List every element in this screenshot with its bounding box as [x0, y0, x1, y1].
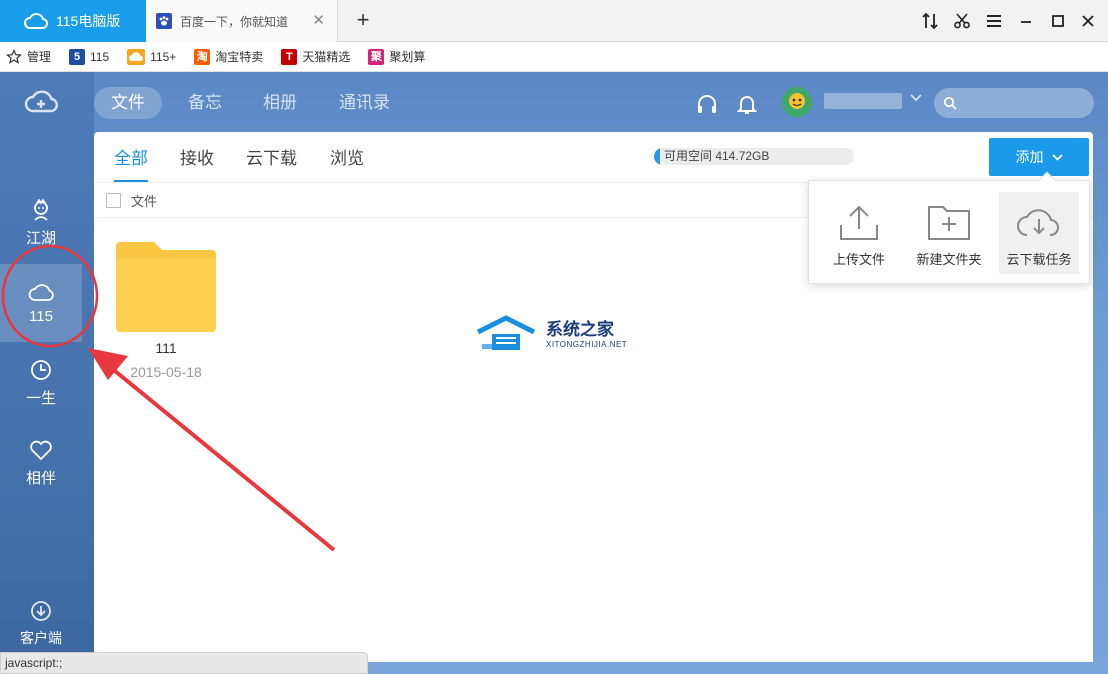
folder-name: 111: [155, 340, 177, 356]
folder-item[interactable]: 111 2015-05-18: [106, 238, 226, 380]
sub-tab-cloud-download[interactable]: 云下载: [246, 144, 297, 182]
rail-item-client[interactable]: 客户端: [0, 600, 82, 648]
taobao-icon: 淘: [194, 48, 211, 65]
menu-new-folder[interactable]: 新建文件夹: [909, 192, 989, 274]
tab-baidu[interactable]: 百度一下，你就知道 ✕: [146, 0, 338, 42]
chevron-down-icon: [1051, 153, 1063, 161]
menu-icon[interactable]: [982, 9, 1006, 33]
avatar[interactable]: [782, 87, 812, 117]
jianghu-icon: [30, 198, 52, 221]
menu-cloud-download-task[interactable]: 云下载任务: [999, 192, 1079, 274]
nav-tab-album[interactable]: 相册: [246, 87, 314, 119]
rail-item-xiangban[interactable]: 相伴: [0, 424, 82, 502]
add-button[interactable]: 添加: [989, 138, 1089, 176]
juhuasuan-icon: 聚: [368, 48, 385, 65]
cloud-download-icon: [1015, 203, 1063, 241]
left-rail: 江湖 115 一生 相伴 客户端: [0, 72, 94, 674]
nav-tab-memo[interactable]: 备忘: [171, 87, 239, 119]
star-icon: [6, 48, 22, 65]
cloud-icon: [127, 48, 146, 65]
bookmark-115[interactable]: 5 115: [69, 48, 109, 65]
bell-icon[interactable]: [735, 92, 759, 116]
title-bar: 115电脑版 百度一下，你就知道 ✕ +: [0, 0, 1108, 42]
watermark: 系统之家 XITONGZHIJIA.NET: [476, 314, 627, 354]
cloud-icon: [28, 282, 54, 302]
headphones-icon[interactable]: [695, 92, 719, 116]
storage-space-bar: 可用空间 414.72GB: [654, 148, 854, 165]
app-area: 江湖 115 一生 相伴 客户端 文件 备忘 相册 通讯录 全部 接收 云下载 …: [0, 72, 1108, 674]
baidu-paw-icon: [156, 13, 172, 29]
username-redacted[interactable]: [824, 93, 902, 109]
chevron-down-icon[interactable]: [910, 94, 922, 102]
nav-tab-contacts[interactable]: 通讯录: [322, 87, 407, 119]
close-window-icon[interactable]: [1076, 9, 1100, 33]
maximize-icon[interactable]: [1046, 9, 1070, 33]
folder-date: 2015-05-18: [130, 364, 202, 380]
select-all-checkbox[interactable]: [106, 192, 121, 208]
bookmarks-bar: 管理 5 115 115+ 淘 淘宝特卖 T 天猫精选 聚 聚划算: [0, 42, 1108, 72]
list-header-label: 文件: [131, 193, 158, 209]
bookmark-manage[interactable]: 管理: [6, 48, 51, 65]
tab-label: 115电脑版: [56, 13, 121, 29]
heart-icon: [29, 439, 53, 461]
watermark-en: XITONGZHIJIA.NET: [546, 339, 628, 349]
minimize-icon[interactable]: [1014, 9, 1038, 33]
sub-tab-all[interactable]: 全部: [114, 144, 148, 182]
rail-item-jianghu[interactable]: 江湖: [0, 184, 82, 262]
tab-115[interactable]: 115电脑版: [0, 0, 146, 42]
download-circle-icon: [30, 600, 52, 622]
storage-space-fill: [654, 148, 660, 165]
upload-icon: [839, 203, 879, 241]
folder-icon: [116, 238, 216, 332]
rail-item-115[interactable]: 115: [0, 264, 82, 342]
clock-icon: [30, 359, 52, 381]
search-icon: [943, 96, 957, 110]
bookmark-tmall[interactable]: T 天猫精选: [281, 48, 350, 65]
status-bar: javascript:;: [0, 652, 368, 674]
rail-item-yisheng[interactable]: 一生: [0, 344, 82, 422]
new-folder-icon: [927, 203, 971, 241]
scissors-icon[interactable]: [950, 9, 974, 33]
upload-cloud-logo-icon[interactable]: [24, 88, 58, 114]
nav-tab-files[interactable]: 文件: [94, 87, 162, 119]
bookmark-115plus[interactable]: 115+: [127, 48, 176, 65]
115-icon: 5: [69, 48, 86, 65]
bookmark-juhuasuan[interactable]: 聚 聚划算: [368, 48, 425, 65]
storage-space-text: 可用空间 414.72GB: [664, 149, 770, 163]
search-input[interactable]: [934, 88, 1094, 118]
sub-tab-received[interactable]: 接收: [180, 144, 214, 182]
menu-upload-file[interactable]: 上传文件: [819, 192, 899, 274]
tmall-icon: T: [281, 48, 298, 65]
sub-tab-browse[interactable]: 浏览: [330, 144, 364, 182]
sort-arrows-icon[interactable]: [918, 9, 942, 33]
close-icon[interactable]: ✕: [312, 13, 325, 29]
house-logo-icon: [476, 314, 540, 354]
watermark-cn: 系统之家: [546, 319, 614, 339]
cloud-icon: [24, 12, 48, 30]
add-dropdown-menu: 上传文件 新建文件夹 云下载任务: [808, 171, 1090, 284]
bookmark-taobao[interactable]: 淘 淘宝特卖: [194, 48, 263, 65]
new-tab-button[interactable]: +: [350, 8, 376, 34]
tab-label: 百度一下，你就知道: [180, 14, 289, 29]
